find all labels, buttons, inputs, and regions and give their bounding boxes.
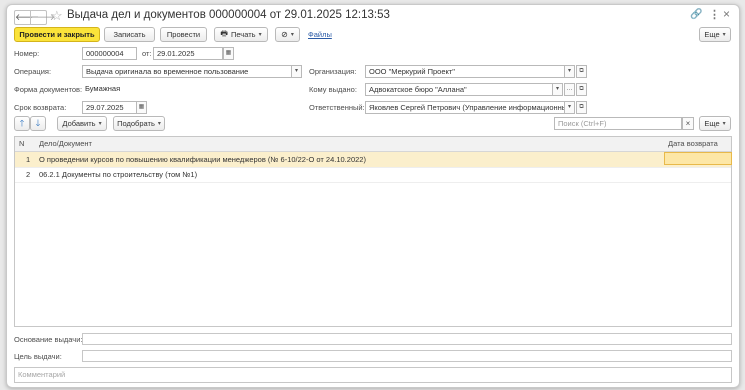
row-document: 06.2.1 Документы по строительству (том №… bbox=[39, 170, 198, 179]
attach-button[interactable]: ⊘ ▾ bbox=[275, 27, 300, 42]
arrow-up-icon: 🡑 bbox=[19, 117, 25, 128]
search-clear-icon[interactable]: × bbox=[682, 117, 694, 130]
table-row[interactable]: 1 О проведении курсов по повышению квали… bbox=[15, 152, 732, 168]
issued-to-open-icon[interactable]: ⧉ bbox=[576, 83, 587, 96]
row-return-date-cell[interactable] bbox=[668, 167, 728, 182]
close-icon[interactable]: × bbox=[723, 7, 730, 21]
number-label: Номер: bbox=[14, 49, 40, 58]
date-field[interactable]: 29.01.2025 bbox=[153, 47, 223, 60]
paperclip-icon: ⊘ bbox=[281, 30, 288, 39]
printer-icon: 🖶 bbox=[220, 28, 228, 38]
basis-label: Основание выдачи: bbox=[14, 335, 83, 344]
organization-label: Организация: bbox=[309, 67, 357, 76]
table-header: N Дело/Документ Дата возврата bbox=[15, 137, 731, 152]
issued-to-select-button[interactable]: … bbox=[564, 83, 575, 96]
move-up-button[interactable]: 🡑 bbox=[14, 116, 30, 131]
issued-to-dropdown-icon[interactable]: ▾ bbox=[552, 83, 563, 96]
more-button[interactable]: Еще ▾ bbox=[699, 27, 731, 42]
files-link[interactable]: Файлы bbox=[308, 30, 332, 39]
date-label: от: bbox=[142, 49, 152, 58]
responsible-dropdown-icon[interactable]: ▾ bbox=[564, 101, 575, 114]
purpose-label: Цель выдачи: bbox=[14, 352, 62, 361]
comment-field[interactable]: Комментарий bbox=[14, 367, 732, 383]
post-button[interactable]: Провести bbox=[160, 27, 207, 42]
kebab-menu-icon[interactable]: ⋮ bbox=[709, 8, 720, 21]
organization-dropdown-icon[interactable]: ▾ bbox=[564, 65, 575, 78]
responsible-label: Ответственный: bbox=[309, 103, 365, 112]
chevron-down-icon: ▾ bbox=[258, 32, 262, 38]
forward-button[interactable]: 🡒 bbox=[30, 10, 55, 25]
row-number: 2 bbox=[26, 170, 31, 179]
row-document: О проведении курсов по повышению квалифи… bbox=[39, 155, 366, 164]
document-window: 🡐 🡒 ☆ Выдача дел и документов 000000004 … bbox=[6, 4, 740, 388]
return-label: Срок возврата: bbox=[14, 103, 67, 112]
docform-value: Бумажная bbox=[82, 83, 302, 96]
responsible-field[interactable]: Яковлев Сергей Петрович (Управление инфо… bbox=[365, 101, 565, 114]
purpose-field[interactable] bbox=[82, 350, 732, 362]
operation-label: Операция: bbox=[14, 67, 52, 76]
move-down-button[interactable]: 🡓 bbox=[30, 116, 46, 131]
basis-field[interactable] bbox=[82, 333, 732, 345]
link-icon[interactable]: 🔗 bbox=[690, 9, 702, 20]
column-return-date[interactable]: Дата возврата bbox=[668, 137, 718, 151]
organization-field[interactable]: ООО "Меркурий Проект" bbox=[365, 65, 565, 78]
return-calendar-icon[interactable]: ▦ bbox=[136, 101, 147, 114]
arrow-down-icon: 🡓 bbox=[35, 117, 41, 128]
operation-field[interactable]: Выдача оригинала во временное пользовани… bbox=[82, 65, 292, 78]
organization-open-icon[interactable]: ⧉ bbox=[576, 65, 587, 78]
operation-dropdown-icon[interactable]: ▾ bbox=[291, 65, 302, 78]
save-button[interactable]: Записать bbox=[104, 27, 155, 42]
table-more-button[interactable]: Еще ▾ bbox=[699, 116, 731, 131]
back-button[interactable]: 🡐 bbox=[14, 10, 39, 25]
column-document[interactable]: Дело/Документ bbox=[39, 137, 92, 151]
favorite-star-icon[interactable]: ☆ bbox=[51, 8, 63, 24]
calendar-icon[interactable]: ▦ bbox=[223, 47, 234, 60]
column-n[interactable]: N bbox=[19, 137, 24, 151]
return-date-field[interactable]: 29.07.2025 bbox=[82, 101, 137, 114]
table-row[interactable]: 2 06.2.1 Документы по строительству (том… bbox=[15, 167, 731, 183]
docform-label: Форма документов: bbox=[14, 85, 83, 94]
number-field[interactable]: 000000004 bbox=[82, 47, 137, 60]
issued-to-field[interactable]: Адвокатское бюро "Аллана" bbox=[365, 83, 553, 96]
post-and-close-button[interactable]: Провести и закрыть bbox=[14, 27, 100, 42]
window-title: Выдача дел и документов 000000004 от 29.… bbox=[67, 9, 390, 21]
pick-button[interactable]: Подобрать ▾ bbox=[113, 116, 165, 131]
responsible-open-icon[interactable]: ⧉ bbox=[576, 101, 587, 114]
documents-table: N Дело/Документ Дата возврата 1 О провед… bbox=[14, 136, 732, 327]
row-return-date-cell[interactable] bbox=[664, 152, 732, 165]
table-search-input[interactable]: Поиск (Ctrl+F) bbox=[554, 117, 682, 130]
issued-to-label: Кому выдано: bbox=[309, 85, 357, 94]
print-button[interactable]: 🖶 Печать ▾ bbox=[214, 27, 268, 42]
comment-placeholder: Комментарий bbox=[18, 370, 66, 379]
row-number: 1 bbox=[26, 155, 31, 164]
add-row-button[interactable]: Добавить ▾ bbox=[57, 116, 107, 131]
